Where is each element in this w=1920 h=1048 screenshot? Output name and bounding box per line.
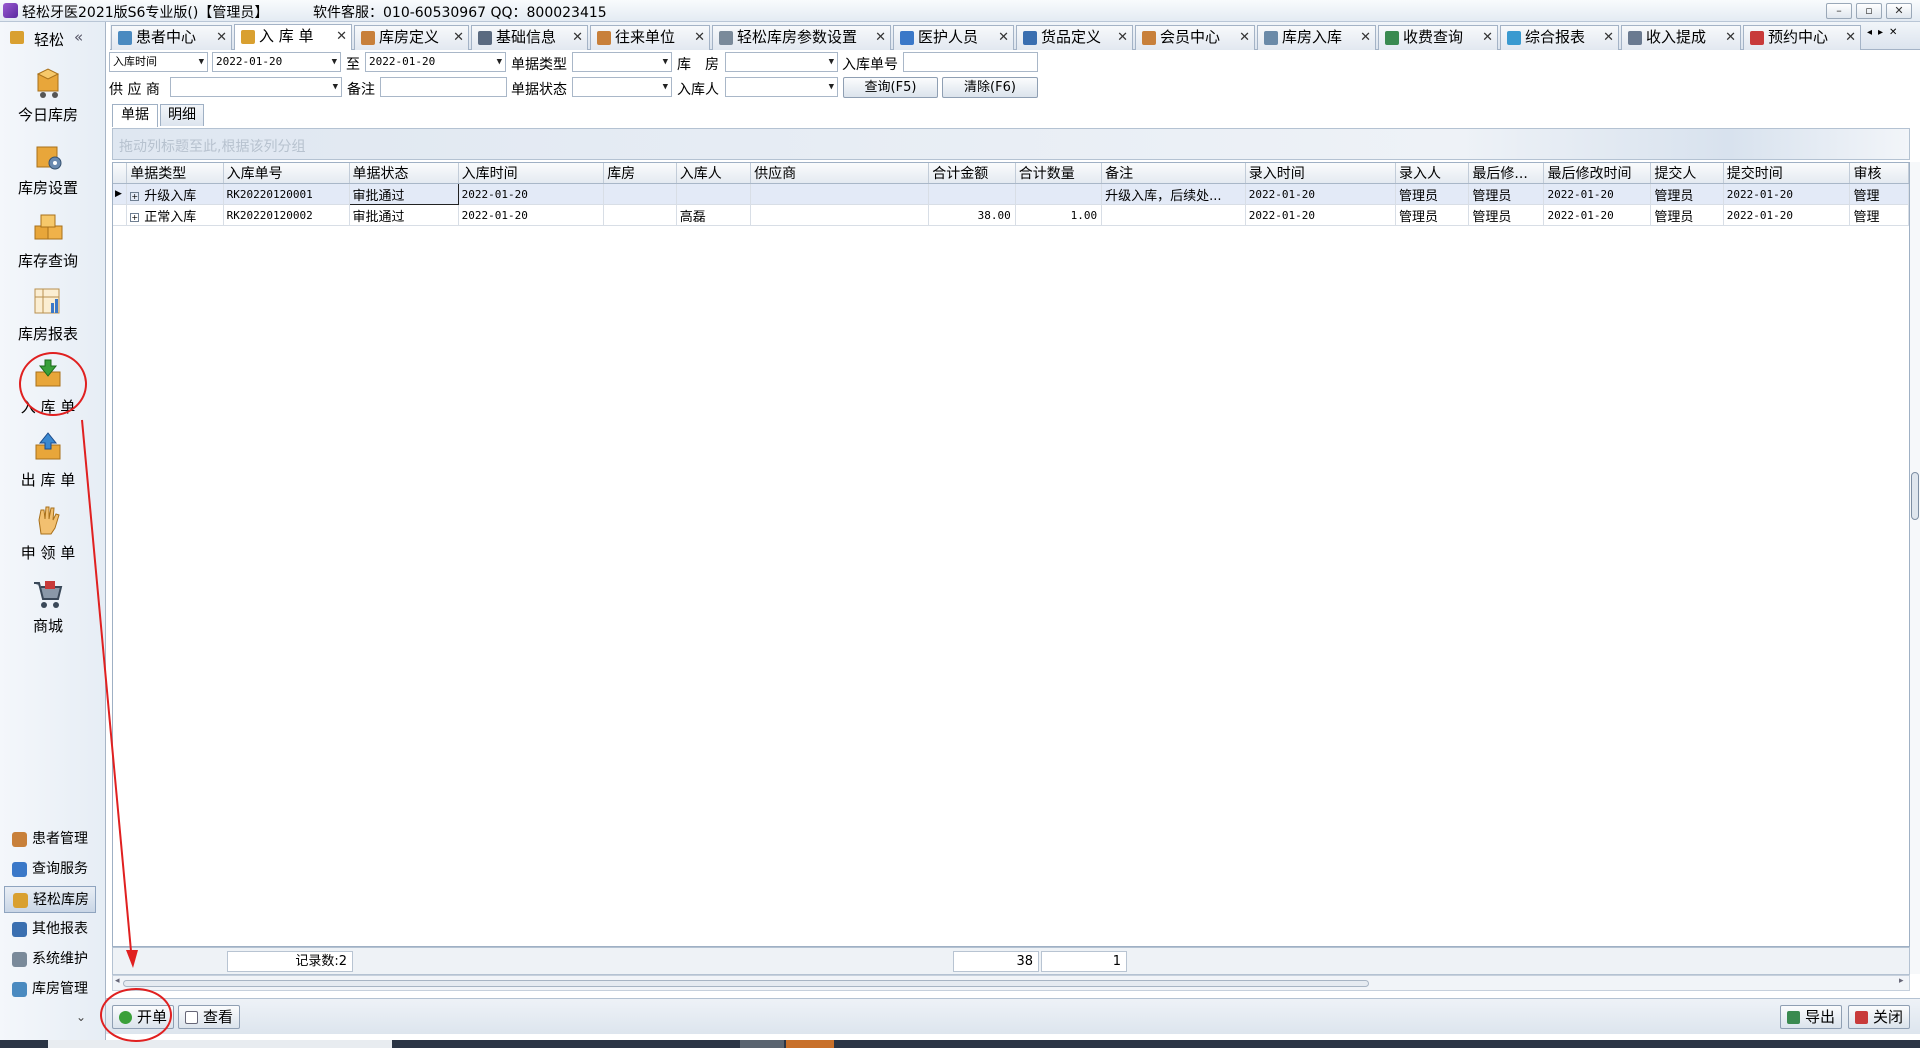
annotation-arrow bbox=[81, 419, 138, 968]
